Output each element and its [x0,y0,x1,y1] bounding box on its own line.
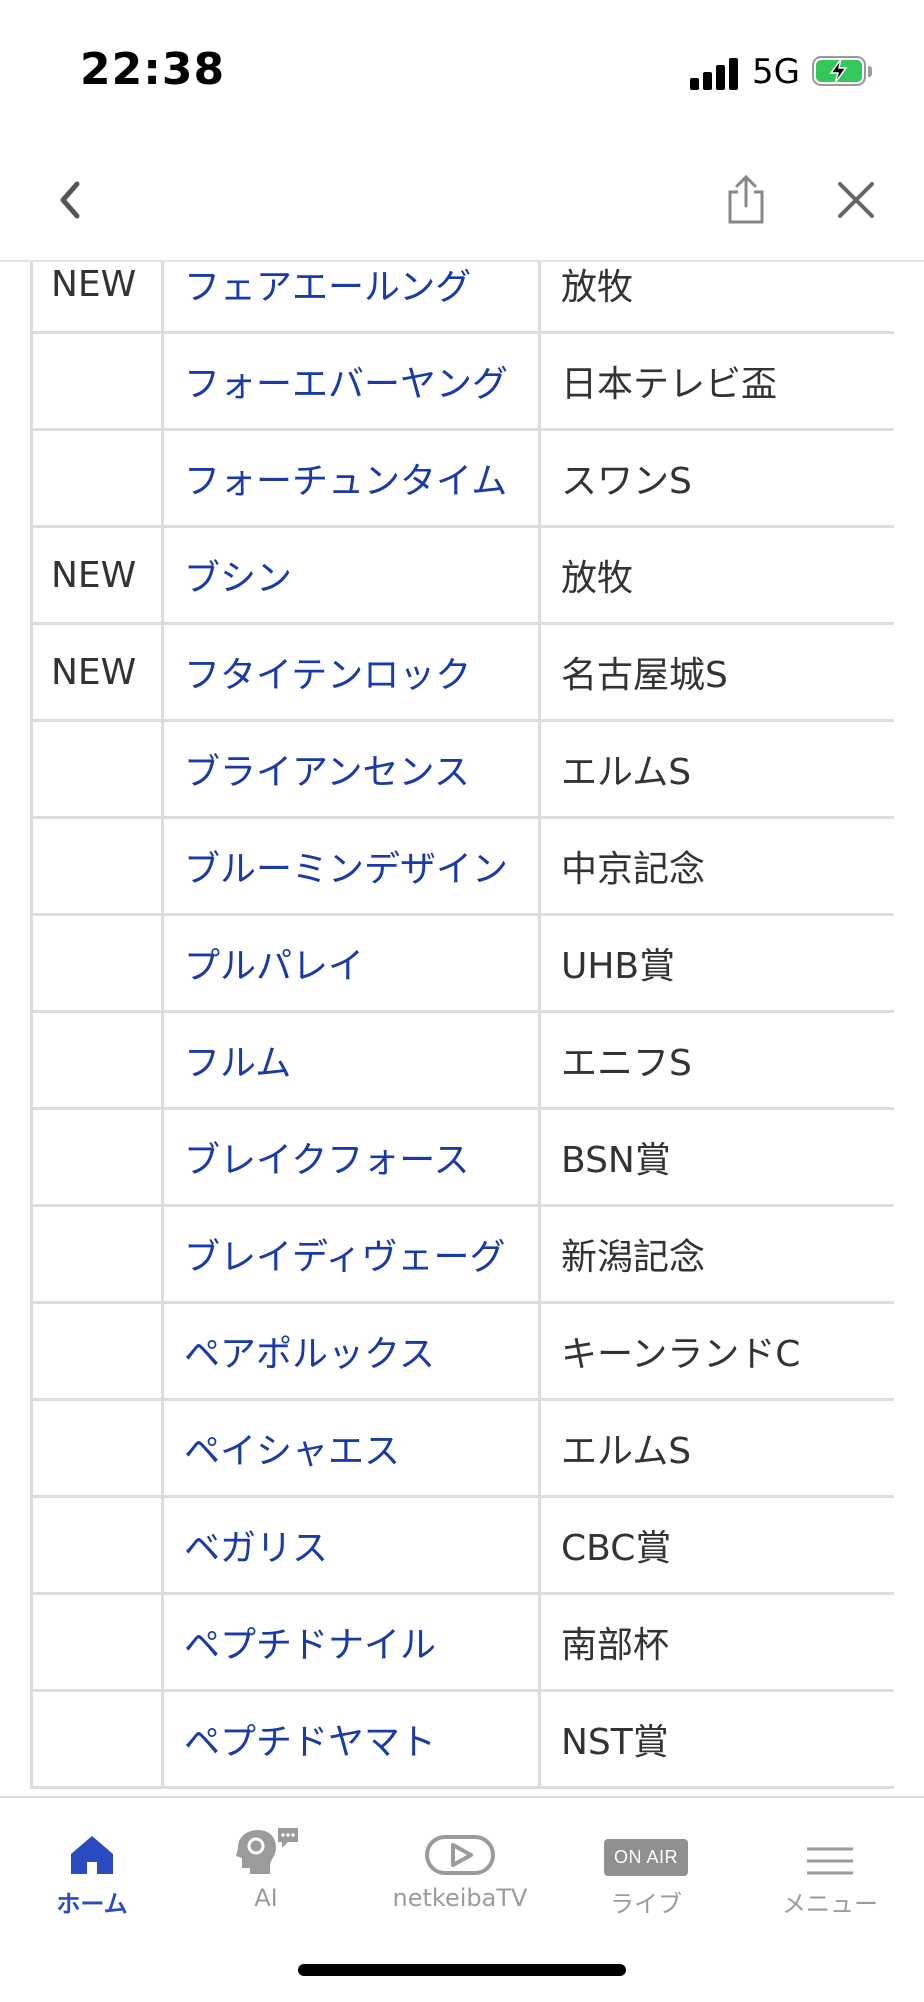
new-badge [30,428,164,528]
horse-table: NEW フェアエールング 放牧 フォーエバーヤング 日本テレビ盃 フォーチュンタイム スワン… [30,262,894,1789]
next-race: キーンランドC [538,1301,894,1401]
tab-menu[interactable]: メニュー [750,1816,910,1926]
horse-name-link[interactable]: ペプチドナイル [161,1592,541,1692]
table-row: NEW フタイテンロック 名古屋城S [30,622,894,722]
close-icon [838,182,874,218]
table-row: プルパレイ UHB賞 [30,913,894,1013]
tab-netkeibatv[interactable]: netkeibaTV [380,1816,540,1926]
horse-name-link[interactable]: ブシン [161,525,541,625]
next-race: 中京記念 [538,816,894,916]
table-row: ブレイクフォース BSN賞 [30,1107,894,1207]
horse-table-container[interactable]: NEW フェアエールング 放牧 フォーエバーヤング 日本テレビ盃 フォーチュンタイム スワン… [0,262,924,1796]
horse-name-link[interactable]: ペアポルックス [161,1301,541,1401]
play-tv-icon [425,1835,495,1875]
horse-name-link[interactable]: ペプチドヤマト [161,1689,541,1789]
tab-home-label: ホーム [56,1890,128,1918]
new-badge [30,1592,164,1692]
share-icon [728,174,764,224]
close-button[interactable] [826,170,886,230]
tab-ai-label: AI [254,1884,278,1912]
tab-ai[interactable]: AI [186,1816,346,1926]
new-badge [30,719,164,819]
tab-live[interactable]: ON AIR ライブ [566,1816,726,1926]
next-race: NST賞 [538,1689,894,1789]
horse-name-link[interactable]: フルム [161,1010,541,1110]
table-row: NEW フェアエールング 放牧 [30,262,894,334]
status-time: 22:38 [80,44,226,95]
new-badge [30,1010,164,1110]
new-badge: NEW [30,622,164,722]
next-race: CBC賞 [538,1495,894,1595]
table-row: ブルーミンデザイン 中京記念 [30,816,894,916]
ai-brain-icon [236,1828,298,1874]
new-badge [30,1689,164,1789]
horse-name-link[interactable]: フォーエバーヤング [161,331,541,431]
next-race: 新潟記念 [538,1204,894,1304]
new-badge [30,913,164,1013]
table-row: ペアポルックス キーンランドC [30,1301,894,1401]
table-row: ブレイディヴェーグ 新潟記念 [30,1204,894,1304]
new-badge [30,1301,164,1401]
next-race: 放牧 [538,262,894,334]
chevron-left-icon [60,181,80,219]
horse-name-link[interactable]: ブレイディヴェーグ [161,1204,541,1304]
table-row: ベガリス CBC賞 [30,1495,894,1595]
horse-name-link[interactable]: ブルーミンデザイン [161,816,541,916]
next-race: 放牧 [538,525,894,625]
new-badge [30,1398,164,1498]
table-row: ペイシャエス エルムS [30,1398,894,1498]
next-race: 日本テレビ盃 [538,331,894,431]
tab-netkeibatv-label: netkeibaTV [392,1884,528,1912]
new-badge [30,816,164,916]
next-race: エニフS [538,1010,894,1110]
table-row: フルム エニフS [30,1010,894,1110]
next-race: BSN賞 [538,1107,894,1207]
table-row: フォーエバーヤング 日本テレビ盃 [30,331,894,431]
signal-icon [690,56,740,90]
next-race: 名古屋城S [538,622,894,722]
tab-home[interactable]: ホーム [12,1816,172,1926]
tab-live-label: ライブ [610,1890,682,1918]
home-indicator [298,1964,626,1976]
table-row: フォーチュンタイム スワンS [30,428,894,528]
nav-bar [0,140,924,262]
new-badge [30,1204,164,1304]
horse-name-link[interactable]: フタイテンロック [161,622,541,722]
new-badge [30,331,164,431]
share-button[interactable] [716,170,776,230]
new-badge: NEW [30,262,164,334]
next-race: スワンS [538,428,894,528]
next-race: UHB賞 [538,913,894,1013]
on-air-icon: ON AIR [603,1839,688,1876]
next-race: エルムS [538,719,894,819]
table-row: ブライアンセンス エルムS [30,719,894,819]
horse-name-link[interactable]: ベガリス [161,1495,541,1595]
horse-name-link[interactable]: ブレイクフォース [161,1107,541,1207]
tab-menu-label: メニュー [782,1890,878,1918]
new-badge [30,1495,164,1595]
status-bar: 22:38 5G [0,0,924,140]
menu-icon [807,1847,853,1875]
table-row: ペプチドナイル 南部杯 [30,1592,894,1692]
table-row: ペプチドヤマト NST賞 [30,1689,894,1789]
horse-name-link[interactable]: フェアエールング [161,262,541,334]
new-badge [30,1107,164,1207]
network-type: 5G [752,52,800,92]
horse-name-link[interactable]: ペイシャエス [161,1398,541,1498]
horse-name-link[interactable]: フォーチュンタイム [161,428,541,528]
horse-name-link[interactable]: プルパレイ [161,913,541,1013]
table-row: NEW ブシン 放牧 [30,525,894,625]
home-icon [71,1836,113,1874]
horse-name-link[interactable]: ブライアンセンス [161,719,541,819]
new-badge: NEW [30,525,164,625]
back-button[interactable] [40,170,100,230]
next-race: エルムS [538,1398,894,1498]
next-race: 南部杯 [538,1592,894,1692]
battery-icon [812,56,872,88]
